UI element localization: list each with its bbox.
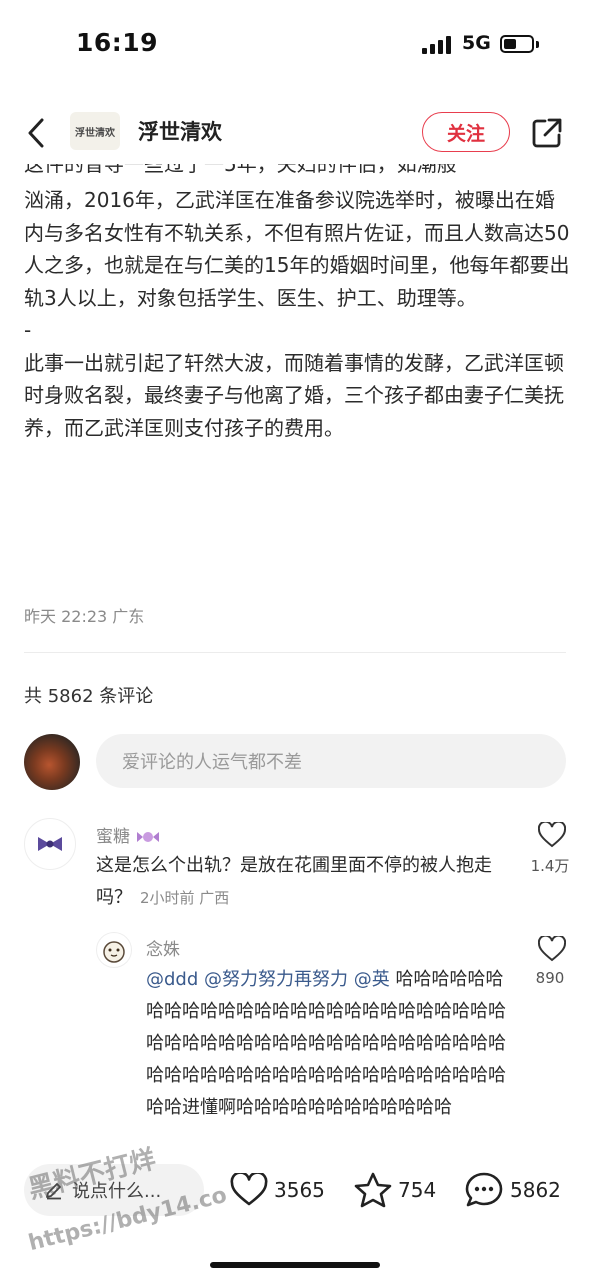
comment-author-name[interactable]: 蜜糖 bbox=[96, 822, 161, 847]
favorite-button[interactable]: 754 bbox=[354, 1168, 436, 1212]
status-bar: 16:19 5G bbox=[0, 0, 590, 90]
favorite-count: 754 bbox=[398, 1178, 437, 1202]
reply-text: @ddd @努力努力再努力 @英 哈哈哈哈哈哈哈哈哈哈哈哈哈哈哈哈哈哈哈哈哈哈哈… bbox=[146, 964, 516, 1144]
battery-icon bbox=[500, 35, 534, 53]
reply-like-icon[interactable] bbox=[538, 936, 566, 962]
reply-body: 哈哈哈哈哈哈哈哈哈哈哈哈哈哈哈哈哈哈哈哈哈哈哈哈哈哈哈哈哈哈哈哈哈哈哈哈哈哈哈哈… bbox=[146, 969, 506, 1118]
reply-author-name[interactable]: 念姝 bbox=[146, 935, 180, 960]
author-name[interactable]: 浮世清欢 bbox=[138, 116, 222, 146]
reply-avatar[interactable] bbox=[96, 932, 132, 968]
post-meta: 昨天 22:23 广东 bbox=[24, 607, 145, 626]
battery-cap bbox=[536, 41, 539, 48]
chat-bubble-icon bbox=[465, 1172, 503, 1207]
comment-like-icon[interactable] bbox=[538, 822, 566, 848]
article-paragraph-1: 汹涌，2016年，乙武洋匡在准备参议院选举时，被曝出在婚内与多名女性有不轨关系，… bbox=[24, 188, 570, 310]
home-indicator bbox=[210, 1262, 380, 1268]
comment-avatar[interactable] bbox=[24, 818, 76, 870]
comment-button[interactable]: 5862 bbox=[464, 1168, 561, 1212]
follow-button[interactable]: 关注 bbox=[422, 112, 510, 152]
heart-icon bbox=[230, 1173, 268, 1206]
status-time: 16:19 bbox=[76, 28, 159, 57]
article-separator: - bbox=[24, 318, 32, 342]
author-avatar[interactable]: 浮世清欢 bbox=[70, 112, 120, 150]
comment-like-count: 1.4万 bbox=[530, 857, 570, 875]
divider bbox=[24, 652, 566, 653]
network-label: 5G bbox=[462, 32, 491, 54]
my-avatar bbox=[24, 734, 80, 790]
reply-mentions[interactable]: @ddd @努力努力再努力 @英 bbox=[146, 969, 390, 990]
comment-total: 5862 bbox=[510, 1178, 561, 1202]
comment-meta: 2小时前 广西 bbox=[140, 889, 230, 907]
cartoon-avatar-icon bbox=[103, 941, 125, 963]
back-icon[interactable] bbox=[22, 116, 52, 150]
article-paragraph-2: 此事一出就引起了轩然大波，而随着事情的发酵，乙武洋匡顿时身败名裂，最终妻子与他离… bbox=[24, 350, 564, 440]
bow-icon bbox=[38, 837, 62, 851]
share-icon[interactable] bbox=[530, 116, 564, 150]
article-cut-line: 这件的曾导一些过了一5年，夫妇的伴侣，如潮般 bbox=[24, 164, 457, 176]
signal-icon bbox=[422, 36, 452, 54]
candy-icon bbox=[137, 832, 160, 842]
star-icon bbox=[354, 1172, 392, 1208]
post-header: 浮世清欢 浮世清欢 关注 bbox=[0, 100, 590, 164]
like-button[interactable]: 3565 bbox=[230, 1168, 325, 1212]
comment-count: 共 5862 条评论 bbox=[24, 686, 154, 707]
article-body: 这件的曾导一些过了一5年，夫妇的伴侣，如潮般 汹涌，2016年，乙武洋匡在准备参… bbox=[24, 164, 570, 584]
comment-input[interactable]: 爱评论的人运气都不差 bbox=[96, 734, 566, 788]
reply-like-count: 890 bbox=[535, 969, 565, 987]
like-count: 3565 bbox=[274, 1178, 325, 1202]
comment-text: 这是怎么个出轨？是放在花圃里面不停的被人抱走吗？ 2小时前 广西 bbox=[96, 855, 492, 908]
